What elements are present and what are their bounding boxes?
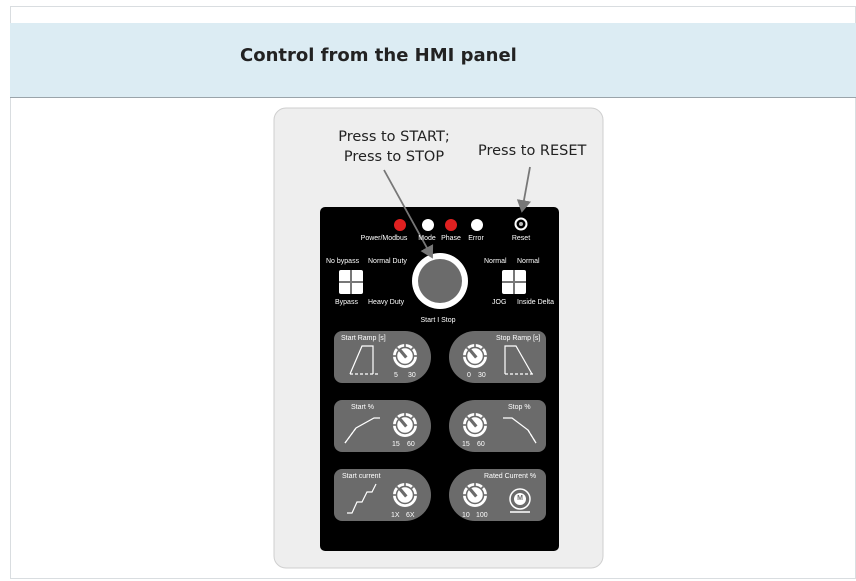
reset-button-center [519, 222, 523, 226]
start-ramp-min: 5 [394, 372, 398, 379]
led-error-label: Error [468, 235, 484, 242]
start-ramp-max: 30 [408, 372, 416, 379]
rated-current-label: Rated Current % [484, 473, 537, 480]
motor-symbol: M [517, 495, 523, 502]
led-power-modbus [394, 219, 406, 231]
stop-ramp-min: 0 [467, 372, 471, 379]
reset-label: Reset [511, 235, 531, 242]
left-switch-bottom-right: Heavy Duty [368, 299, 405, 306]
start-pct-min: 15 [392, 441, 400, 448]
start-pct-max: 60 [407, 441, 415, 448]
stop-pct-max: 60 [477, 441, 485, 448]
module-start-pct [334, 400, 431, 452]
left-switch-bottom-left: Bypass [335, 299, 358, 306]
left-switch-top-left: No bypass [326, 258, 360, 265]
rated-current-knob-icon[interactable] [462, 482, 488, 508]
start-current-max: 6X [406, 512, 415, 519]
right-switch-bottom-left: JOG [492, 299, 507, 306]
right-switch-top-left: Normal [484, 258, 507, 265]
start-stop-label: Start I Stop [420, 317, 456, 324]
stop-ramp-label: Stop Ramp [s] [496, 335, 541, 342]
start-pct-knob-icon[interactable] [392, 412, 418, 438]
right-mode-switch[interactable] [502, 270, 526, 294]
rated-current-min: 10 [462, 512, 470, 519]
right-switch-bottom-right: Inside Delta [517, 299, 554, 306]
reset-callout: Press to RESET [478, 143, 587, 159]
hmi-panel-figure [273, 107, 604, 569]
start-current-min: 1X [391, 512, 400, 519]
start-ramp-label: Start Ramp [s] [341, 335, 386, 342]
left-switch-top-right: Normal Duty [368, 258, 407, 265]
led-mode [422, 219, 434, 231]
stop-pct-min: 15 [462, 441, 470, 448]
stop-pct-knob-icon[interactable] [462, 412, 488, 438]
start-ramp-knob-icon[interactable] [392, 343, 418, 369]
stop-ramp-max: 30 [478, 372, 486, 379]
stop-ramp-knob-icon[interactable] [462, 343, 488, 369]
start-callout: Press to START; Press to STOP [332, 127, 456, 167]
start-callout-line2: Press to STOP [343, 149, 445, 165]
start-pct-label: Start % [351, 404, 374, 411]
start-current-knob-icon[interactable] [392, 482, 418, 508]
led-phase-label: Phase [441, 235, 461, 242]
led-mode-label: Mode [418, 235, 436, 242]
led-power-modbus-label: Power/Modbus [360, 235, 408, 242]
start-current-label: Start current [342, 473, 381, 480]
right-switch-top-right: Normal [517, 258, 540, 265]
rated-current-max: 100 [476, 512, 488, 519]
stop-pct-label: Stop % [508, 404, 531, 411]
led-error [471, 219, 483, 231]
led-phase [445, 219, 457, 231]
start-stop-button[interactable] [418, 259, 462, 303]
left-mode-switch[interactable] [339, 270, 363, 294]
start-callout-line1: Press to START; [338, 129, 450, 145]
